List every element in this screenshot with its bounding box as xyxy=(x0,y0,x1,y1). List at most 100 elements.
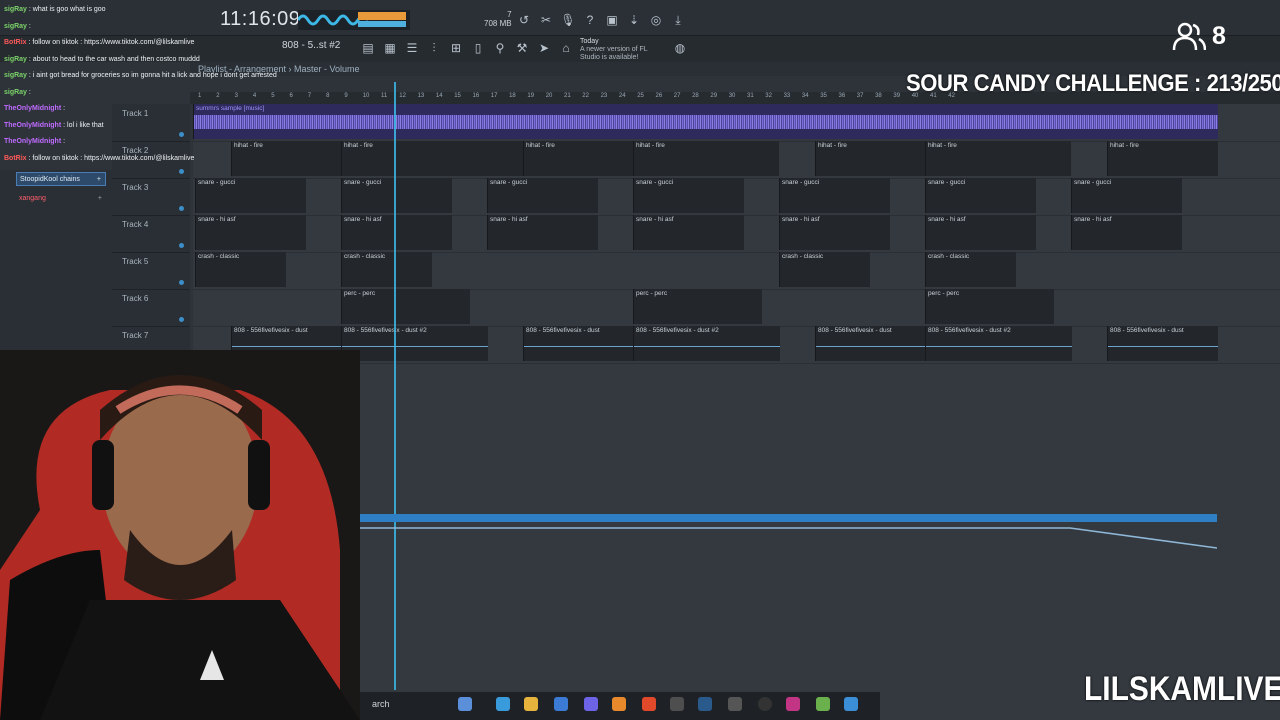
pattern-clip[interactable]: crash - classic xyxy=(195,252,286,287)
pattern-clip[interactable]: snare - gucci xyxy=(195,178,306,213)
chat-icon[interactable]: ◎ xyxy=(648,12,664,28)
steam-icon[interactable] xyxy=(698,697,712,711)
clip-label: crash - classic xyxy=(782,253,824,260)
piano-roll-icon[interactable]: ▦ xyxy=(382,40,398,56)
help-icon[interactable]: ? xyxy=(582,12,598,28)
pattern-clip[interactable]: 808 - 556fivefivesix - dust xyxy=(815,326,926,361)
pattern-clip[interactable]: snare - gucci xyxy=(925,178,1036,213)
copilot-icon[interactable] xyxy=(496,697,510,711)
news-panel[interactable]: Today A newer version of FL Studio is av… xyxy=(580,38,664,62)
automation-curve[interactable] xyxy=(320,524,1217,550)
track-mute-icon[interactable] xyxy=(179,243,184,248)
pattern-clip[interactable]: snare - gucci xyxy=(633,178,744,213)
app2-icon[interactable] xyxy=(816,697,830,711)
chat-text: : xyxy=(28,22,31,30)
channel-rack-icon[interactable]: ☰ xyxy=(404,40,420,56)
track-mute-icon[interactable] xyxy=(179,317,184,322)
pattern-clip[interactable]: perc - perc xyxy=(633,289,762,324)
pattern-clip[interactable]: snare - hi asf xyxy=(487,215,598,250)
brave-icon[interactable] xyxy=(642,697,656,711)
ruler-tick: 39 xyxy=(893,93,901,99)
pattern-clip[interactable]: perc - perc xyxy=(341,289,470,324)
pattern-clip[interactable]: summrs sample [music] xyxy=(193,104,1218,139)
4k-icon[interactable] xyxy=(758,697,772,711)
pattern-clip[interactable]: snare - hi asf xyxy=(779,215,890,250)
pattern-clip[interactable]: 808 - 556fivefivesix - dust xyxy=(1107,326,1218,361)
track-header[interactable]: Track 4 xyxy=(112,215,190,253)
picker-item[interactable]: StoopidKool chains + xyxy=(16,172,106,186)
pattern-clip[interactable]: snare - hi asf xyxy=(341,215,452,250)
pattern-clip[interactable]: snare - hi asf xyxy=(1071,215,1182,250)
pattern-clip[interactable]: snare - hi asf xyxy=(925,215,1036,250)
mixer-icon[interactable]: ⫶ xyxy=(426,40,442,56)
plugin-icon[interactable]: ⚲ xyxy=(492,40,508,56)
track-lane[interactable]: hihat - fire hihat - fire hihat - fire hiha… xyxy=(193,141,1280,179)
pattern-clip[interactable]: crash - classic xyxy=(341,252,432,287)
discord-icon[interactable] xyxy=(584,697,598,711)
taskbar-search[interactable]: arch xyxy=(372,699,390,709)
pattern-clip[interactable]: crash - classic xyxy=(779,252,870,287)
playhead[interactable] xyxy=(394,82,396,690)
file-icon[interactable]: ▯ xyxy=(470,40,486,56)
audio-waveform xyxy=(194,115,1218,129)
cut-icon[interactable]: ✂ xyxy=(538,12,554,28)
globe-icon[interactable]: ◍ xyxy=(672,40,688,56)
ruler-tick: 11 xyxy=(381,93,388,99)
add-icon[interactable]: + xyxy=(97,173,101,187)
track-lane[interactable]: perc - perc perc - perc perc - perc xyxy=(193,289,1280,327)
pattern-clip[interactable]: hihat - fire xyxy=(633,141,779,176)
pattern-clip[interactable]: snare - hi asf xyxy=(633,215,744,250)
folder-icon[interactable] xyxy=(524,697,538,711)
pattern-clip[interactable]: 808 - 556fivefivesix - dust #2 xyxy=(925,326,1072,361)
track-header[interactable]: Track 6 xyxy=(112,289,190,327)
track-lane[interactable]: snare - hi asf snare - hi asf snare - hi a… xyxy=(193,215,1280,253)
track-header[interactable]: Track 5 xyxy=(112,252,190,290)
ruler-tick: 12 xyxy=(399,93,406,99)
pattern-selector[interactable]: 808 - 5..st #2 xyxy=(282,40,340,51)
app-icon[interactable] xyxy=(728,697,742,711)
chat-text: : xyxy=(28,88,31,96)
browser-icon[interactable]: ⊞ xyxy=(448,40,464,56)
pattern-clip[interactable]: crash - classic xyxy=(925,252,1016,287)
track-lane[interactable]: summrs sample [music] xyxy=(193,104,1280,142)
pattern-clip[interactable]: snare - gucci xyxy=(341,178,452,213)
pattern-clip[interactable]: hihat - fire xyxy=(925,141,1071,176)
ruler-tick: 31 xyxy=(747,93,754,99)
pattern-clip[interactable]: snare - gucci xyxy=(779,178,890,213)
pattern-clip[interactable]: 808 - 556fivefivesix - dust xyxy=(523,326,634,361)
pattern-clip[interactable]: 808 - 556fivefivesix - dust #2 xyxy=(633,326,780,361)
track-mute-icon[interactable] xyxy=(179,206,184,211)
picker-item[interactable]: xangang + xyxy=(16,192,106,206)
pattern-clip[interactable]: hihat - fire xyxy=(1107,141,1218,176)
cart-icon[interactable]: ⌂ xyxy=(558,40,574,56)
track-lane[interactable]: snare - gucci snare - gucci snare - gucci s… xyxy=(193,178,1280,216)
pattern-clip[interactable]: snare - hi asf xyxy=(195,215,306,250)
ruler-tick: 22 xyxy=(582,93,589,99)
download-icon[interactable]: ⤓ xyxy=(670,12,686,28)
automation-clip[interactable] xyxy=(320,514,1217,522)
pattern-clip[interactable]: snare - gucci xyxy=(1071,178,1182,213)
playlist-icon[interactable]: ▤ xyxy=(360,40,376,56)
fl-studio-icon[interactable] xyxy=(612,697,626,711)
pattern-clip[interactable]: snare - gucci xyxy=(487,178,598,213)
track-lane[interactable]: crash - classic crash - classic crash - cl… xyxy=(193,252,1280,290)
ruler-tick: 13 xyxy=(417,93,425,99)
cpu-memory-readout: 7 708 MB xyxy=(484,10,512,28)
mic-icon[interactable]: 🎙 xyxy=(560,12,576,28)
link-icon[interactable]: ➤ xyxy=(536,40,552,56)
export-icon[interactable]: ⇣ xyxy=(626,12,642,28)
pattern-clip[interactable]: perc - perc xyxy=(925,289,1054,324)
add-icon[interactable]: + xyxy=(98,192,102,206)
track-mute-icon[interactable] xyxy=(179,280,184,285)
tools-icon[interactable]: ⚒ xyxy=(514,40,530,56)
store-icon[interactable] xyxy=(554,697,568,711)
pattern-clip[interactable]: 808 - 556fivefivesix - dust #2 xyxy=(341,326,488,361)
undo-icon[interactable]: ↺ xyxy=(516,12,532,28)
notepad-icon[interactable] xyxy=(844,697,858,711)
save-icon[interactable]: ▣ xyxy=(604,12,620,28)
widgets-icon[interactable] xyxy=(458,697,472,711)
obs-icon[interactable] xyxy=(670,697,684,711)
chat-text: : i aint got bread for groceries so im g… xyxy=(28,72,277,79)
track-header[interactable]: Track 3 xyxy=(112,178,190,216)
instagram-icon[interactable] xyxy=(786,697,800,711)
